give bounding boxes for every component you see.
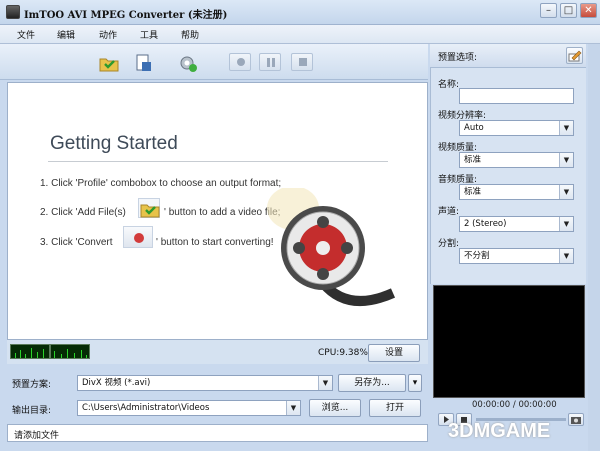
settings-button[interactable]: 设置 <box>368 344 420 362</box>
save-as-button[interactable]: 另存为... <box>338 374 406 392</box>
maximize-icon[interactable]: □ <box>560 3 577 18</box>
gear-icon <box>180 56 197 72</box>
chevron-down-icon: ▼ <box>559 121 573 135</box>
save-as-dropdown[interactable]: ▾ <box>408 374 422 392</box>
stop-icon <box>299 58 307 66</box>
remove-file-button[interactable] <box>133 53 155 73</box>
playback-time: 00:00:00 / 00:00:00 <box>472 400 557 410</box>
menu-help[interactable]: 帮助 <box>181 28 199 41</box>
audio-quality-value: 标准 <box>464 187 482 197</box>
browse-button[interactable]: 浏览... <box>309 399 361 417</box>
cpu-meter-left <box>10 344 50 359</box>
menu-bar <box>0 25 600 44</box>
menu-tools[interactable]: 工具 <box>140 28 158 41</box>
title-divider <box>48 161 388 162</box>
chevron-down-icon: ▾ <box>412 378 418 388</box>
chevron-down-icon: ▼ <box>559 217 573 231</box>
split-select[interactable]: 不分割 ▼ <box>459 248 574 264</box>
getting-started-panel: Getting Started 1. Click 'Profile' combo… <box>7 82 428 340</box>
film-reel-icon <box>267 188 396 306</box>
chevron-down-icon: ▼ <box>318 376 332 390</box>
record-icon <box>237 58 245 66</box>
open-button[interactable]: 打开 <box>369 399 421 417</box>
profile-value: DivX 视频 (*.avi) <box>82 378 151 388</box>
minimize-icon[interactable]: – <box>540 3 557 18</box>
step-1: 1. Click 'Profile' combobox to choose an… <box>40 178 282 189</box>
profile-label: 预置方案: <box>12 380 52 390</box>
status-text: 请添加文件 <box>14 431 60 441</box>
audio-quality-select[interactable]: 标准 ▼ <box>459 184 574 200</box>
record-icon <box>134 233 144 243</box>
chevron-down-icon: ▼ <box>559 153 573 167</box>
step-2-prefix: 2. Click 'Add File(s) <box>40 207 126 218</box>
name-input[interactable] <box>459 88 574 104</box>
right-edge <box>588 44 600 451</box>
document-icon <box>136 54 151 71</box>
settings-button[interactable] <box>177 53 199 73</box>
convert-hint-icon <box>123 226 153 248</box>
pause-icon <box>267 58 270 67</box>
pause-icon <box>272 58 275 67</box>
output-label: 输出目录: <box>12 406 52 416</box>
preset-options-title: 预置选项: <box>438 53 478 63</box>
chevron-down-icon: ▼ <box>559 249 573 263</box>
add-file-hint-icon <box>138 198 160 218</box>
folder-icon <box>99 58 119 72</box>
toolbar <box>0 44 428 80</box>
getting-started-title: Getting Started <box>50 133 178 154</box>
video-quality-value: 标准 <box>464 155 482 165</box>
menu-file[interactable]: 文件 <box>17 28 35 41</box>
cpu-usage: CPU:9.38% <box>318 348 368 358</box>
channels-value: 2 (Stereo) <box>464 219 507 229</box>
folder-icon <box>140 204 160 218</box>
cpu-meter-right <box>50 344 90 359</box>
step-3-suffix: ' button to start converting! <box>156 237 274 248</box>
step-3-prefix: 3. Click 'Convert <box>40 237 113 248</box>
output-path-select[interactable]: C:\Users\Administrator\Videos ▼ <box>77 400 301 416</box>
add-file-button[interactable] <box>98 53 120 73</box>
split-value: 不分割 <box>464 251 490 261</box>
menu-action[interactable]: 动作 <box>99 28 117 41</box>
split-label: 分割: <box>438 239 460 249</box>
chevron-down-icon: ▼ <box>559 185 573 199</box>
snapshot-button[interactable] <box>568 413 584 426</box>
window-title: ImTOO AVI MPEG Converter (未注册) <box>24 10 228 21</box>
stop-button[interactable] <box>291 53 313 71</box>
status-bar: 请添加文件 <box>7 424 428 442</box>
menu-edit[interactable]: 编辑 <box>57 28 75 41</box>
output-path-value: C:\Users\Administrator\Videos <box>82 403 210 413</box>
resolution-value: Auto <box>464 123 484 133</box>
pause-button[interactable] <box>259 53 281 71</box>
video-quality-select[interactable]: 标准 ▼ <box>459 152 574 168</box>
name-label: 名称: <box>438 80 460 90</box>
resolution-select[interactable]: Auto ▼ <box>459 120 574 136</box>
convert-button[interactable] <box>229 53 251 71</box>
app-icon <box>6 5 20 19</box>
pencil-icon <box>568 50 582 62</box>
channels-label: 声道: <box>438 207 460 217</box>
edit-preset-button[interactable] <box>566 47 583 64</box>
close-icon[interactable]: ✕ <box>580 3 597 18</box>
profile-select[interactable]: DivX 视频 (*.avi) ▼ <box>77 375 333 391</box>
camera-icon <box>571 417 581 424</box>
watermark: 3DMGAME <box>448 420 551 442</box>
channels-select[interactable]: 2 (Stereo) ▼ <box>459 216 574 232</box>
chevron-down-icon: ▼ <box>286 401 300 415</box>
preview-player <box>433 285 585 398</box>
